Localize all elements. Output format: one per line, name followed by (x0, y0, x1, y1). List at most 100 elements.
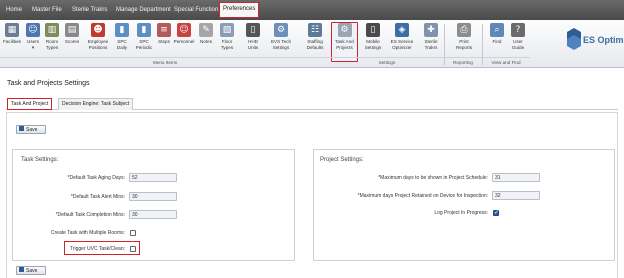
tab-sterile-trakrs[interactable]: Sterile Trakrs (69, 4, 110, 17)
print-reports-label: Print Reports (455, 39, 473, 50)
es-service-optimizer-label: ES Service Optimizer (390, 39, 414, 50)
es-optimizer-logo: ES Optimiz (565, 26, 624, 54)
settings-tabstrip: Task And Project Decision Engine: Task S… (6, 96, 618, 110)
steps-button[interactable]: ≡ Steps (153, 23, 175, 45)
max-days-retained-label: *Maximum days Project Retained on Device… (357, 193, 488, 199)
evs-tech-settings-button[interactable]: ⚙ EVS Tech Settings (267, 23, 295, 50)
page-title: Task and Projects Settings (7, 80, 90, 87)
notes-button[interactable]: ✎ Notes (195, 23, 217, 45)
facilities-label: Facilities (3, 39, 21, 44)
notes-label: Notes (199, 39, 212, 44)
tab-master-file[interactable]: Master File (29, 4, 65, 17)
personnel-button[interactable]: ☺ Personnel (173, 23, 195, 45)
completion-mins-label: *Default Task Completion Mins: (55, 212, 125, 218)
save-label: Save (26, 268, 38, 274)
save-button-bottom[interactable]: Save (16, 266, 46, 275)
personnel-label: Personnel (173, 39, 195, 44)
mobile-settings-button[interactable]: ▯ Mobile Settings (361, 23, 385, 50)
staffing-defaults-label: Staffing Defaults (306, 39, 324, 50)
room-icon: ▥ (45, 23, 59, 37)
es-service-optimizer-button[interactable]: ◈ ES Service Optimizer (387, 23, 417, 50)
tab-task-and-project[interactable]: Task And Project (7, 98, 53, 110)
save-icon (19, 126, 24, 132)
project-settings-group: Project Settings: *Maximum days to be sh… (313, 149, 615, 261)
evs-tech-settings-label: EVS Tech Settings (270, 39, 292, 50)
max-days-retained-input[interactable] (492, 191, 540, 200)
max-days-schedule-input[interactable] (492, 173, 540, 182)
task-settings-title: Task Settings: (21, 157, 59, 163)
task-and-projects-label: Task And Projects (335, 39, 354, 50)
floor-types-label: Floor Types (220, 39, 234, 50)
print-icon: ⎙ (457, 23, 471, 37)
logo-text: ES Optimiz (583, 35, 624, 45)
alert-mins-label: *Default Task Alert Mins: (70, 194, 125, 200)
group-settings: Settings (330, 57, 444, 67)
group-reporting: Reporting (444, 57, 482, 67)
tab-preferences[interactable]: Preferences (219, 2, 260, 18)
aging-days-input[interactable] (129, 173, 177, 182)
room-types-button[interactable]: ▥ Room Types (41, 23, 63, 50)
find-label: Find (492, 39, 502, 44)
mobile-icon: ▯ (366, 23, 380, 37)
task-settings-group: Task Settings: *Default Task Aging Days:… (12, 149, 295, 261)
user-guide-label: User Guide (511, 39, 525, 50)
spc-daily-button[interactable]: ▮ SPC Daily (111, 23, 133, 50)
group-menu-items: Menu Items (0, 57, 330, 67)
chart-icon: ▮ (115, 23, 129, 37)
multiple-rooms-checkbox[interactable] (130, 230, 136, 236)
group-view-and-find: View and Find (482, 57, 530, 67)
chart-icon: ▮ (137, 23, 151, 37)
staffing-defaults-button[interactable]: ☷ Staffing Defaults (302, 23, 328, 50)
trigger-uvc-highlight (64, 241, 140, 255)
mobile-settings-label: Mobile Settings (364, 39, 382, 50)
save-button-top[interactable]: Save (16, 125, 46, 134)
gear-icon: ⚙ (337, 23, 352, 37)
save-label: Save (26, 127, 38, 133)
personnel-icon: ☺ (177, 23, 191, 37)
top-menu-bar: Home Master File Sterile Trakrs Manage D… (0, 0, 624, 20)
floor-icon: ▧ (220, 23, 234, 37)
log-in-progress-checkbox[interactable] (493, 209, 499, 216)
room-types-label: Room Types (45, 39, 59, 50)
spc-daily-label: SPC Daily (116, 39, 128, 50)
aging-days-label: *Default Task Aging Days: (67, 175, 125, 181)
hhd-units-label: HHD Units (247, 39, 259, 50)
notes-icon: ✎ (199, 23, 213, 37)
ribbon-toolbar: ▦ Facilities ☺ Users ▾ ▥ Room Types ▤ Sc… (0, 20, 624, 68)
tab-manage-department[interactable]: Manage Department (113, 4, 174, 17)
tech-icon: ⚙ (274, 23, 288, 37)
sterile-trakrs-button[interactable]: ✚ Sterile Trakrs (420, 23, 442, 50)
guide-icon: ? (511, 23, 525, 37)
task-and-projects-button[interactable]: ⚙ Task And Projects (331, 22, 358, 62)
user-guide-button[interactable]: ? User Guide (507, 23, 529, 50)
print-reports-button[interactable]: ⎙ Print Reports (452, 23, 476, 50)
sterile-trakrs-label: Sterile Trakrs (424, 39, 438, 50)
spc-periodic-label: SPC Periodic (135, 39, 153, 50)
employee-icon: ☻ (91, 23, 105, 37)
tab-special-function[interactable]: Special Function (171, 4, 221, 17)
scores-button[interactable]: ▤ Scores (61, 23, 83, 45)
hhd-units-button[interactable]: ▯ HHD Units (242, 23, 264, 50)
log-in-progress-label: Log Project In Progress: (434, 210, 488, 216)
floor-types-button[interactable]: ▧ Floor Types (216, 23, 238, 50)
employee-positions-button[interactable]: ☻ Employee Positions (85, 23, 111, 50)
users-icon: ☺ (26, 23, 40, 37)
project-settings-title: Project Settings: (320, 157, 364, 163)
tab-home[interactable]: Home (3, 4, 25, 17)
staffing-icon: ☷ (308, 23, 322, 37)
tab-decision-engine[interactable]: Decision Engine: Task Subject (58, 98, 134, 110)
alert-mins-input[interactable] (129, 192, 177, 201)
facilities-button[interactable]: ▦ Facilities (1, 23, 23, 45)
sterile-icon: ✚ (424, 23, 438, 37)
spc-periodic-button[interactable]: ▮ SPC Periodic (133, 23, 155, 50)
optimizer-icon: ◈ (395, 23, 409, 37)
steps-icon: ≡ (157, 23, 171, 37)
max-days-schedule-label: *Maximum days to be shown in Project Sch… (378, 175, 488, 181)
device-icon: ▯ (246, 23, 260, 37)
completion-mins-input[interactable] (129, 210, 177, 219)
steps-label: Steps (158, 39, 170, 44)
settings-panel: Save Task Settings: *Default Task Aging … (6, 112, 618, 278)
multiple-rooms-label: Create Task with Multiple Rooms: (50, 230, 125, 236)
save-icon (19, 267, 24, 273)
find-button[interactable]: ⌕ Find (486, 23, 508, 45)
